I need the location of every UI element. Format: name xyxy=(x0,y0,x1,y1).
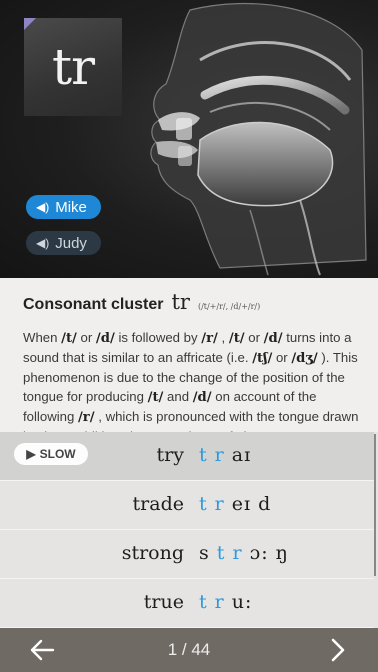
symbol-tile: tr xyxy=(24,18,122,116)
hero-panel: tr ◀) Mike ◀) Judy xyxy=(0,0,378,278)
description-heading: Consonant cluster tr (/t/+/r/, /d/+/r/) xyxy=(23,290,362,314)
ipa-text: s xyxy=(199,542,217,564)
ipa-text: eɪ d xyxy=(224,493,272,515)
ipa-text: ɔ: ŋ xyxy=(242,542,289,564)
speaker-icon: ◀) xyxy=(36,200,50,214)
description-text: , xyxy=(217,330,229,345)
heading-symbol: tr xyxy=(171,290,190,314)
phoneme-symbol: /t/ xyxy=(228,331,245,346)
description-panel[interactable]: Consonant cluster tr (/t/+/r/, /d/+/r/) … xyxy=(0,278,378,432)
phoneme-symbol: /r/ xyxy=(77,410,95,425)
voice-label-judy: Judy xyxy=(55,234,87,252)
word-text: true xyxy=(143,591,184,613)
phoneme-symbol: /tʃ/ xyxy=(252,351,273,366)
phoneme-symbol: /d/ xyxy=(263,331,283,346)
description-text: or xyxy=(244,330,264,345)
phoneme-symbol: /d/ xyxy=(192,390,212,405)
phoneme-symbol: /dʒ/ xyxy=(291,351,318,366)
voice-button-mike[interactable]: ◀) Mike xyxy=(26,195,101,219)
word-ipa: t r aɪ xyxy=(199,444,251,466)
phoneme-symbol: /d/ xyxy=(95,331,115,346)
description-text: or xyxy=(76,330,96,345)
footer-bar: 1 / 44 xyxy=(0,628,378,672)
word-text: strong xyxy=(121,542,184,564)
word-row-strong[interactable]: strong s t r ɔ: ŋ xyxy=(0,530,374,579)
description-text: and xyxy=(163,389,193,404)
scrollbar[interactable] xyxy=(374,434,376,576)
word-row-trade[interactable]: trade t r eɪ d xyxy=(0,481,374,530)
description-body: When /t/ or /d/ is followed by /r/ , /t/… xyxy=(23,328,362,432)
corner-flag xyxy=(24,18,36,30)
ipa-highlight: t r xyxy=(199,591,225,613)
word-row-true[interactable]: true t r u: xyxy=(0,579,374,628)
symbol-text: tr xyxy=(52,38,95,96)
description-text: or xyxy=(272,350,292,365)
slow-label: SLOW xyxy=(39,447,76,461)
ipa-highlight: t r xyxy=(199,493,225,515)
voice-button-judy[interactable]: ◀) Judy xyxy=(26,231,101,255)
description-text: is followed by xyxy=(114,330,202,345)
phoneme-symbol: /t/ xyxy=(61,331,77,346)
ipa-text: aɪ xyxy=(224,444,252,466)
ipa-text: u: xyxy=(224,591,253,613)
word-ipa: t r eɪ d xyxy=(199,493,271,515)
word-text: trade xyxy=(132,493,184,515)
phoneme-symbol: /r/ xyxy=(201,331,218,346)
heading-title: Consonant cluster xyxy=(23,296,164,313)
word-ipa: t r u: xyxy=(199,591,252,613)
phoneme-symbol: /t/ xyxy=(147,390,164,405)
speaker-icon: ◀) xyxy=(36,236,50,250)
voice-label-mike: Mike xyxy=(55,198,87,216)
word-ipa: s t r ɔ: ŋ xyxy=(199,542,289,564)
play-slow-icon: ▶ xyxy=(26,447,36,461)
ipa-highlight: t r xyxy=(199,444,225,466)
word-text: try xyxy=(156,444,184,466)
heading-note: (/t/+/r/, /d/+/r/) xyxy=(197,302,261,311)
description-text: When xyxy=(23,330,62,345)
slow-button[interactable]: ▶ SLOW xyxy=(14,443,88,465)
chevron-right-icon[interactable] xyxy=(316,632,360,668)
ipa-highlight: t r xyxy=(216,542,243,564)
